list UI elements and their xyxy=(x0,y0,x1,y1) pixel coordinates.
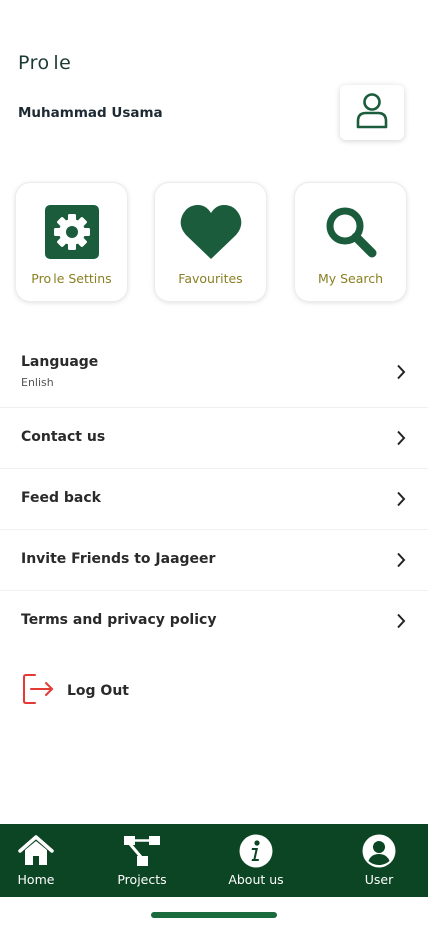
nav-label: Home xyxy=(17,872,55,887)
bottom-nav: Home Projects About us User xyxy=(0,824,428,897)
nav-label: Projects xyxy=(117,872,167,887)
nav-item-about-us[interactable]: About us xyxy=(222,834,290,892)
menu-item-contact-us[interactable]: Contact us xyxy=(0,408,428,469)
chevron-right-icon xyxy=(397,552,406,568)
nav-item-projects[interactable]: Projects xyxy=(112,834,172,892)
nav-label: About us xyxy=(228,872,284,887)
language-value: Enlish xyxy=(21,376,54,389)
logout-label: Log Out xyxy=(67,683,129,699)
chevron-right-icon xyxy=(397,491,406,507)
home-indicator xyxy=(151,912,277,918)
card-label: Pro le Settins xyxy=(31,271,112,286)
chevron-right-icon xyxy=(397,364,406,380)
search-icon xyxy=(325,203,377,261)
nav-item-user[interactable]: User xyxy=(356,834,402,892)
user-outline-icon xyxy=(355,92,389,134)
menu-item-label: Contact us xyxy=(21,429,106,445)
nav-label: User xyxy=(364,872,394,887)
avatar-button[interactable] xyxy=(340,85,404,140)
menu-item-label: Invite Friends to Jaageer xyxy=(21,551,216,567)
menu-item-label: Terms and privacy policy xyxy=(21,612,217,628)
settings-menu: Language Enlish Contact us Feed back Inv… xyxy=(0,340,428,652)
menu-item-label: Language xyxy=(21,354,99,370)
heart-icon xyxy=(180,203,242,261)
info-icon xyxy=(239,834,273,868)
menu-item-terms[interactable]: Terms and privacy policy xyxy=(0,591,428,652)
menu-item-invite-friends[interactable]: Invite Friends to Jaageer xyxy=(0,530,428,591)
chevron-right-icon xyxy=(397,613,406,629)
user-name: Muhammad Usama xyxy=(18,105,163,121)
my-search-card[interactable]: My Search xyxy=(295,183,406,301)
logout-icon xyxy=(22,673,54,709)
page-title: Pro le xyxy=(18,52,72,74)
projects-icon xyxy=(124,834,160,868)
favourites-card[interactable]: Favourites xyxy=(155,183,266,301)
card-label: Favourites xyxy=(178,271,243,286)
menu-item-label: Feed back xyxy=(21,490,101,506)
home-icon xyxy=(18,834,54,868)
nav-item-home[interactable]: Home xyxy=(12,834,60,892)
chevron-right-icon xyxy=(397,430,406,446)
profile-settings-card[interactable]: Pro le Settins xyxy=(16,183,127,301)
user-icon xyxy=(362,834,396,868)
gear-icon xyxy=(44,203,99,261)
menu-item-language[interactable]: Language Enlish xyxy=(0,340,428,408)
card-label: My Search xyxy=(317,271,384,286)
quick-actions: Pro le Settins Favourites My Search xyxy=(16,183,406,301)
logout-button[interactable]: Log Out xyxy=(22,674,222,708)
menu-item-feedback[interactable]: Feed back xyxy=(0,469,428,530)
